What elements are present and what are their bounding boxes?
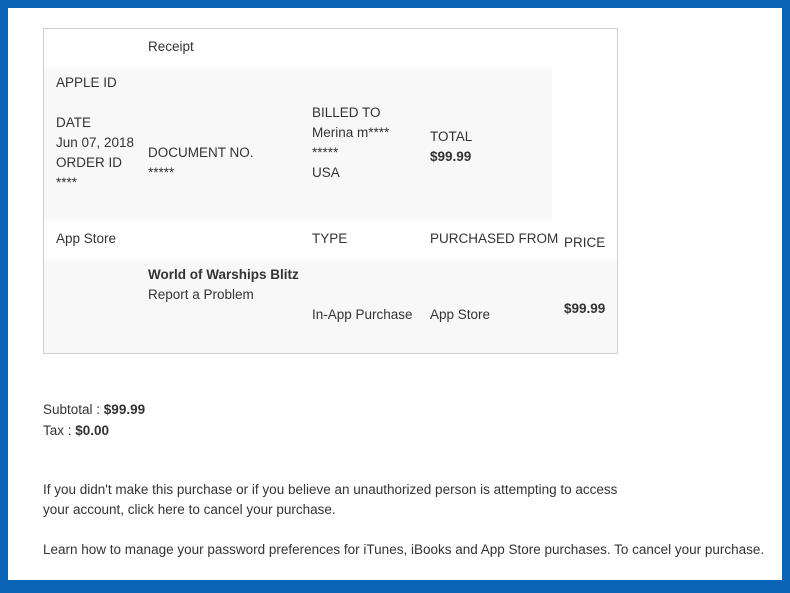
billed-to-label: BILLED TO: [312, 105, 381, 120]
purchased-from-header: PURCHASED FROM: [430, 231, 559, 246]
type-header: TYPE: [312, 231, 348, 246]
tax-line: Tax : $0.00: [43, 421, 109, 441]
tax-label: Tax :: [43, 423, 76, 438]
subtotal-value: $99.99: [103, 402, 146, 417]
date-value: Jun 07, 2018: [56, 135, 135, 150]
tax-value: $0.00: [75, 423, 110, 438]
total-label: TOTAL: [430, 129, 473, 144]
password-preferences-paragraph[interactable]: Learn how to manage your password prefer…: [43, 540, 764, 560]
billed-to-country: USA: [312, 165, 340, 180]
store-header: App Store: [56, 231, 117, 246]
subtotal-line: Subtotal : $99.99: [43, 400, 145, 420]
subtotal-label: Subtotal :: [43, 402, 104, 417]
date-label: DATE: [56, 115, 92, 130]
item-price: $99.99: [564, 301, 606, 316]
receipt-title: Receipt: [148, 39, 194, 54]
receipt-table: Receipt APPLE ID DATE Jun 07, 2018 ORDER…: [43, 28, 618, 354]
total-value: $99.99: [430, 149, 472, 164]
billed-to-line2: *****: [312, 145, 339, 160]
order-id-value: ****: [56, 175, 78, 190]
document-no-value: *****: [148, 165, 175, 180]
document-no-label: DOCUMENT NO.: [148, 145, 254, 160]
cancel-paragraph-line2[interactable]: your account, click here to cancel your …: [43, 500, 336, 520]
billed-to-name: Merina m****: [312, 125, 390, 140]
cancel-paragraph-line1: If you didn't make this purchase or if y…: [43, 482, 618, 497]
item-purchased-from: App Store: [430, 307, 491, 322]
email-frame: Receipt APPLE ID DATE Jun 07, 2018 ORDER…: [8, 8, 782, 580]
item-type: In-App Purchase: [312, 307, 413, 322]
price-header: PRICE: [564, 235, 606, 250]
apple-id-label: APPLE ID: [56, 75, 117, 90]
order-id-label: ORDER ID: [56, 155, 123, 170]
item-name: World of Warships Blitz: [148, 267, 299, 282]
report-problem-link[interactable]: Report a Problem: [148, 285, 254, 305]
